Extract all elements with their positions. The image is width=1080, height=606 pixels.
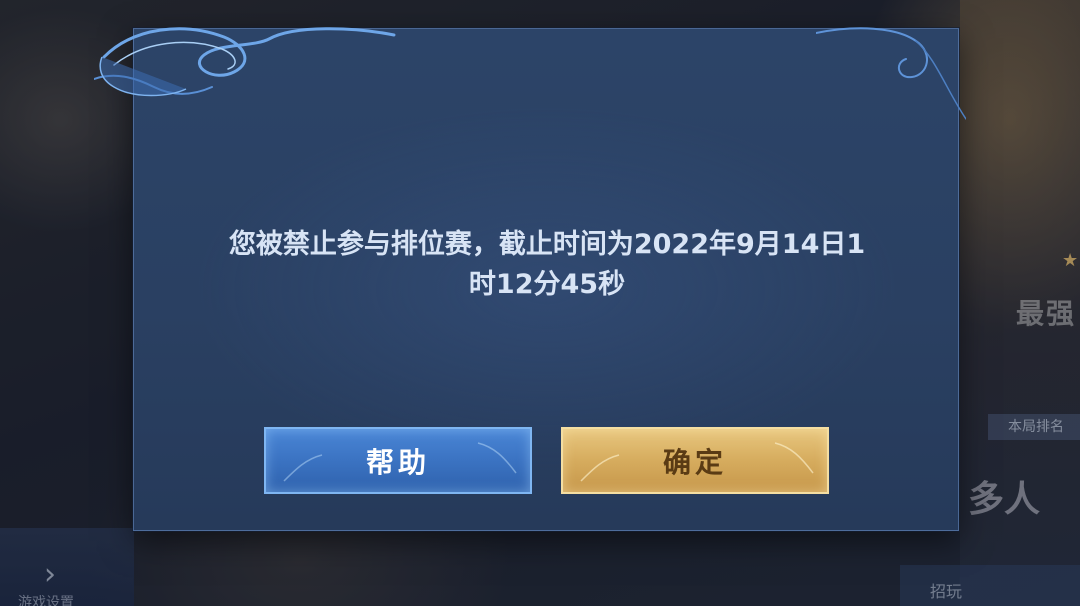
confirm-button[interactable]: 确定 — [561, 427, 829, 494]
help-button[interactable]: 帮助 — [264, 427, 532, 494]
cloud-ornament-icon — [94, 27, 396, 97]
confirm-button-label: 确定 — [662, 445, 727, 479]
ban-message-line-2: 时12分45秒 — [468, 269, 626, 300]
ban-notice-dialog: 您被禁止参与排位赛，截止时间为2022年9月14日1 时12分45秒 帮助 确定 — [94, 27, 966, 531]
ban-message: 您被禁止参与排位赛，截止时间为2022年9月14日1 时12分45秒 — [134, 225, 960, 305]
help-button-label: 帮助 — [365, 445, 430, 479]
game-background: ★ 最强 本局排名 多人 招玩 › 游戏设置 您被禁止参与排位赛，截止时间为20… — [0, 0, 1080, 606]
swirl-ornament-icon — [816, 27, 966, 120]
ban-message-line-1: 您被禁止参与排位赛，截止时间为2022年9月14日1 — [228, 229, 866, 260]
